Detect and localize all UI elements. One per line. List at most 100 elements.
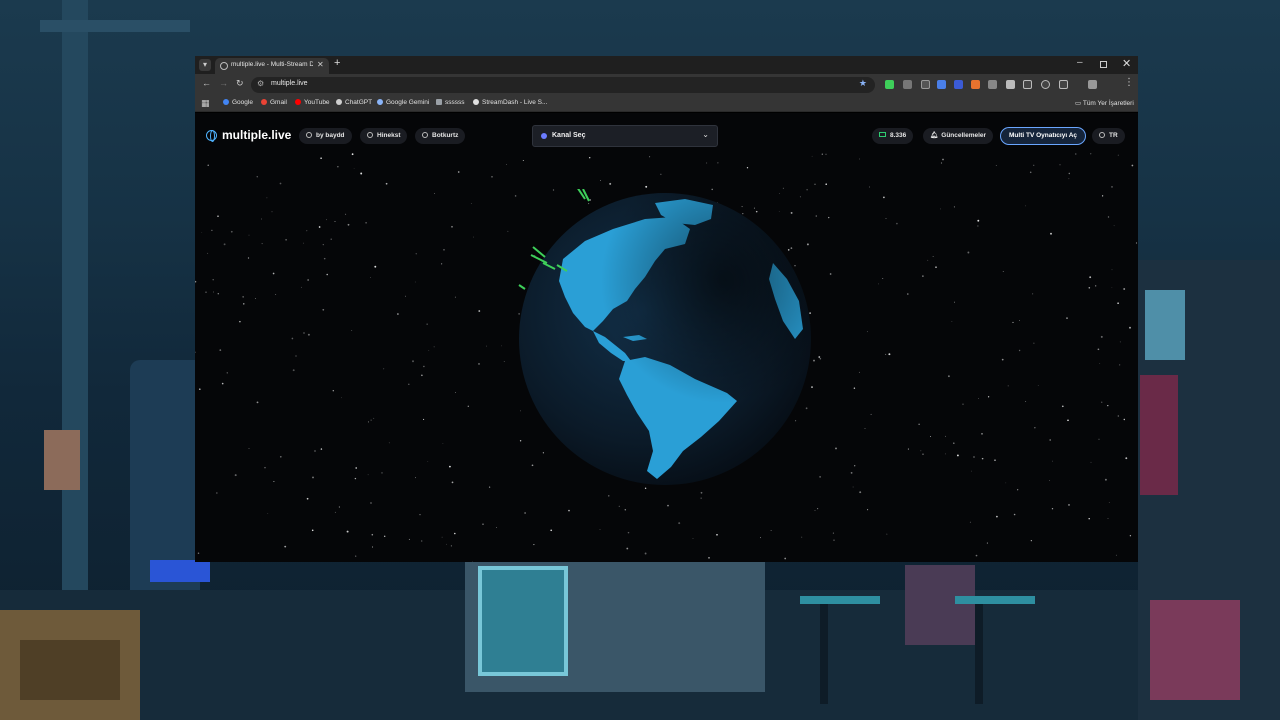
star (326, 273, 328, 276)
star (706, 162, 708, 164)
bookmark-star-icon[interactable]: ★ (859, 78, 867, 89)
tab-active[interactable]: multiple.live - Multi-Stream De ✕ (215, 58, 329, 74)
star (859, 491, 862, 494)
by-author-button[interactable]: by baydd (299, 128, 352, 144)
bookmark-gemini[interactable]: Google Gemini (377, 99, 429, 106)
star (645, 185, 648, 188)
extension-icon[interactable] (971, 80, 980, 89)
extensions-puzzle-icon[interactable] (1059, 80, 1068, 89)
tab-search-button[interactable]: ▾ (199, 59, 211, 71)
star (441, 536, 443, 538)
extension-icon[interactable] (1023, 80, 1032, 89)
extension-icon[interactable] (885, 80, 894, 89)
star (624, 509, 627, 511)
address-bar[interactable]: ⚙ multiple.live ★ (251, 77, 875, 93)
star (1005, 482, 1007, 484)
star (920, 450, 922, 452)
extension-icon[interactable] (954, 80, 963, 89)
star (284, 545, 287, 548)
close-tab-icon[interactable]: ✕ (317, 60, 324, 69)
extension-icon[interactable] (921, 80, 930, 89)
star (814, 510, 816, 511)
star (942, 158, 944, 161)
bookmark-youtube[interactable]: YouTube (295, 99, 330, 106)
new-tab-button[interactable]: + (334, 57, 340, 69)
extension-icon[interactable] (937, 80, 946, 89)
star (1061, 405, 1064, 408)
star (478, 363, 480, 365)
channel-select-dropdown[interactable]: Kanal Seç ⌄ (532, 125, 718, 147)
maximize-button[interactable] (1100, 61, 1107, 68)
star (817, 508, 819, 510)
star (370, 419, 372, 421)
bookmark-gmail[interactable]: Gmail (261, 99, 287, 106)
star (882, 277, 884, 280)
back-button[interactable]: ← (202, 78, 211, 88)
site-logo[interactable]: multiple.live (206, 128, 291, 142)
star (878, 283, 879, 285)
star (326, 219, 327, 221)
star (1066, 317, 1068, 319)
star (867, 509, 869, 511)
star (207, 252, 209, 254)
star (533, 544, 535, 546)
star (360, 172, 363, 175)
browser-menu-icon[interactable]: ⋮ (1124, 77, 1134, 88)
star (927, 259, 929, 261)
bookmark-google[interactable]: Google (223, 99, 253, 106)
star (353, 167, 355, 169)
star (907, 448, 909, 450)
star (205, 291, 207, 293)
star (434, 193, 435, 194)
wallpaper-shop-door (478, 566, 568, 676)
star (945, 435, 946, 437)
bookmark-chatgpt[interactable]: ChatGPT (336, 99, 372, 106)
forward-button[interactable]: → (219, 78, 228, 88)
extension-icon[interactable] (1041, 80, 1050, 89)
star (421, 374, 423, 377)
wallpaper-stool (800, 596, 880, 604)
bookmark-streamdash[interactable]: StreamDash - Live S... (473, 99, 547, 106)
star (599, 529, 601, 530)
star (1123, 288, 1126, 290)
profile-avatar[interactable] (1088, 80, 1097, 89)
extension-icon[interactable] (1006, 80, 1015, 89)
star (397, 313, 399, 315)
star (973, 456, 975, 458)
globe-icon (306, 132, 312, 138)
star (279, 455, 282, 458)
star (423, 365, 425, 368)
earth-globe[interactable] (515, 189, 815, 489)
star (1090, 461, 1092, 463)
site-info-icon[interactable]: ⚙ (257, 79, 264, 88)
updates-button[interactable]: 🔔︎ Güncellemeler (923, 128, 994, 144)
extension-icon[interactable] (988, 80, 997, 89)
star (1052, 460, 1053, 462)
nav-link-botkurtz[interactable]: Botkurtz (415, 128, 466, 144)
star (195, 351, 196, 353)
star (351, 330, 353, 331)
star (198, 388, 201, 391)
star (311, 529, 314, 532)
language-button[interactable]: TR (1092, 128, 1125, 144)
wallpaper-pink-cart (1150, 600, 1240, 700)
minimize-button[interactable]: – (1077, 57, 1083, 68)
reload-button[interactable]: ↻ (236, 78, 244, 89)
star (279, 182, 282, 185)
all-bookmarks-folder[interactable]: ▭ Tüm Yer İşaretleri (1075, 99, 1134, 107)
star (482, 523, 484, 525)
wallpaper-stool-leg (975, 604, 983, 704)
apps-grid-icon[interactable]: ▦ (201, 98, 210, 109)
star (801, 536, 803, 538)
nav-link-hinekst[interactable]: Hinekst (360, 128, 408, 144)
star (866, 331, 868, 333)
wallpaper-vendor (905, 565, 975, 645)
window-close-button[interactable]: ✕ (1122, 57, 1131, 70)
extension-icon[interactable] (903, 80, 912, 89)
open-multi-tv-button[interactable]: Multi TV Oynatıcıyı Aç (1000, 127, 1087, 145)
star (550, 529, 553, 532)
bookmark-folder-ssssss[interactable]: ssssss (436, 99, 465, 106)
star (1051, 508, 1054, 510)
star (383, 535, 386, 538)
star (1030, 540, 1032, 542)
